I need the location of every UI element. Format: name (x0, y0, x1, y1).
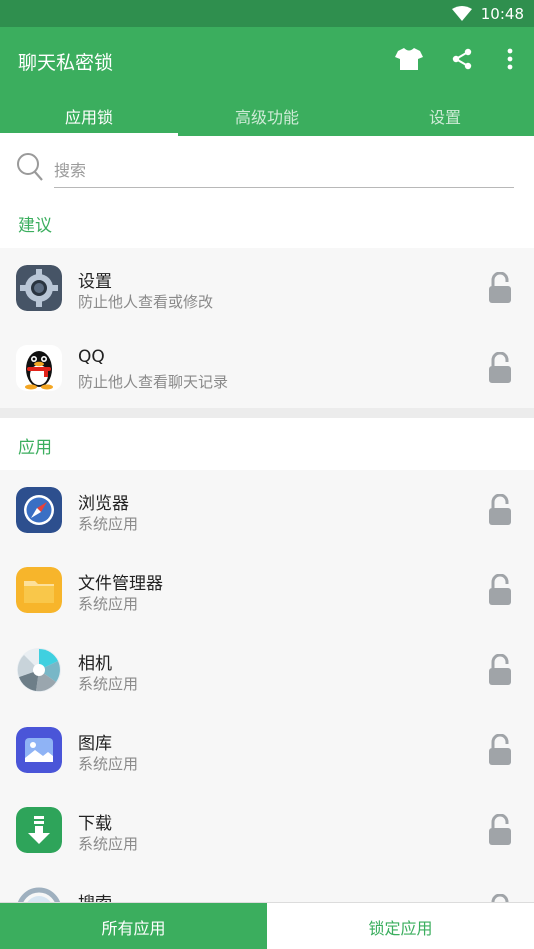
all-apps-button[interactable]: 所有应用 (0, 903, 267, 949)
list-item[interactable]: 文件管理器 系统应用 (0, 550, 534, 630)
list-item[interactable]: 相机 系统应用 (0, 630, 534, 710)
app-desc: 系统应用 (78, 595, 139, 613)
app-title: 聊天私密锁 (18, 52, 114, 74)
bottom-bar: 所有应用 锁定应用 (0, 902, 534, 949)
section-divider (0, 408, 534, 418)
unlock-icon[interactable] (488, 351, 512, 384)
list-item[interactable]: 搜索 (0, 870, 534, 902)
list-item[interactable]: 设置 防止他人查看或修改 (0, 248, 534, 328)
more-vert-icon[interactable] (496, 45, 524, 73)
apps-list: 浏览器 系统应用 文件管理器 系统应用 相机 系统应用 图库 系统应用 下载 系… (0, 470, 534, 902)
search-bar (0, 136, 534, 196)
app-desc: 系统应用 (78, 755, 139, 773)
app-bar: 聊天私密锁 应用锁 高级功能 设置 (0, 27, 534, 136)
unlock-icon[interactable] (488, 733, 512, 766)
status-time: 10:48 (480, 5, 524, 23)
wifi-icon (452, 6, 472, 26)
section-header-suggested: 建议 (0, 196, 534, 248)
qq-app-icon (16, 345, 62, 391)
app-name: 设置 (78, 272, 112, 292)
app-name: QQ (78, 347, 105, 367)
unlock-icon[interactable] (488, 893, 512, 902)
app-name: 浏览器 (78, 494, 129, 514)
settings-app-icon (16, 265, 62, 311)
tshirt-icon[interactable] (395, 45, 423, 73)
suggested-list: 设置 防止他人查看或修改 QQ 防止他人查看聊天记录 (0, 248, 534, 408)
file-manager-app-icon (16, 567, 62, 613)
app-name: 文件管理器 (78, 574, 163, 594)
download-app-icon (16, 807, 62, 853)
tab-advanced[interactable]: 高级功能 (178, 95, 356, 136)
tab-app-lock[interactable]: 应用锁 (0, 95, 178, 136)
unlock-icon[interactable] (488, 813, 512, 846)
search-icon (16, 152, 44, 186)
section-header-apps: 应用 (0, 418, 534, 470)
app-desc: 防止他人查看聊天记录 (78, 373, 229, 391)
list-item[interactable]: 图库 系统应用 (0, 710, 534, 790)
unlock-icon[interactable] (488, 271, 512, 304)
tab-settings[interactable]: 设置 (356, 95, 534, 136)
list-item[interactable]: 浏览器 系统应用 (0, 470, 534, 550)
app-name: 下载 (78, 814, 112, 834)
app-desc: 系统应用 (78, 675, 139, 693)
browser-app-icon (16, 487, 62, 533)
camera-app-icon (16, 647, 62, 693)
search-input[interactable] (54, 154, 514, 188)
section-title: 应用 (18, 438, 52, 458)
app-name: 图库 (78, 734, 112, 754)
list-item[interactable]: QQ 防止他人查看聊天记录 (0, 328, 534, 408)
app-desc: 防止他人查看或修改 (78, 293, 214, 311)
app-name: 搜索 (78, 889, 112, 902)
app-desc: 系统应用 (78, 515, 139, 533)
unlock-icon[interactable] (488, 573, 512, 606)
search-app-icon (16, 887, 62, 902)
share-icon[interactable] (448, 45, 476, 73)
unlock-icon[interactable] (488, 653, 512, 686)
tab-bar: 应用锁 高级功能 设置 (0, 95, 534, 136)
unlock-icon[interactable] (488, 493, 512, 526)
app-desc: 系统应用 (78, 835, 139, 853)
gallery-app-icon (16, 727, 62, 773)
locked-apps-button[interactable]: 锁定应用 (267, 903, 534, 949)
status-bar: 10:48 (0, 0, 534, 27)
app-name: 相机 (78, 654, 112, 674)
section-title: 建议 (18, 216, 52, 236)
list-item[interactable]: 下载 系统应用 (0, 790, 534, 870)
